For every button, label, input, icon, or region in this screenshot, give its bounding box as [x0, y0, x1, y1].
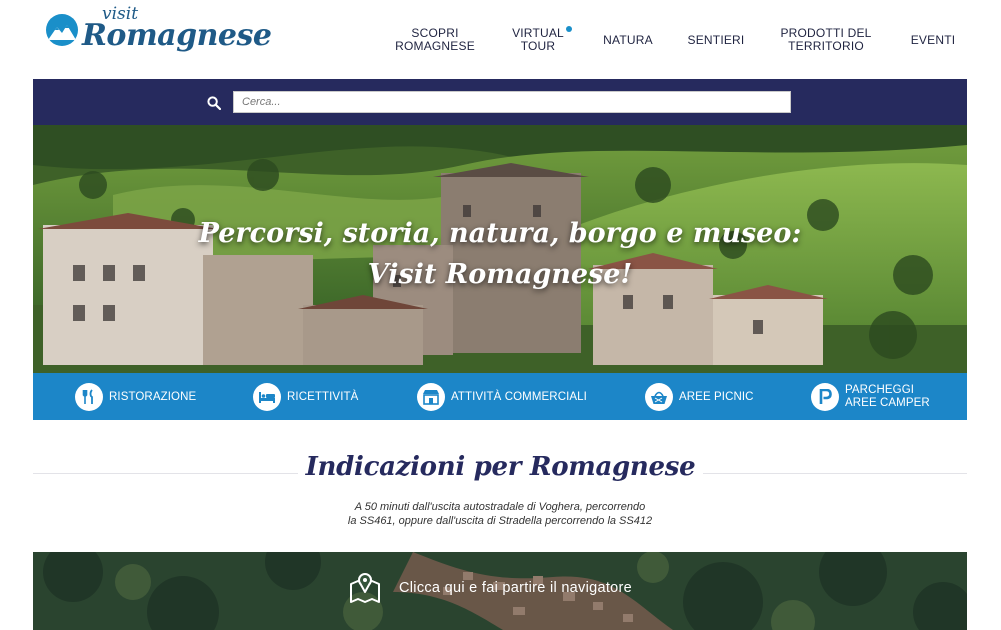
- directions-line: la SS461, oppure dall'uscita di Stradell…: [347, 515, 653, 527]
- new-indicator-dot: [566, 26, 572, 32]
- category-label-line: PARCHEGGI: [845, 384, 915, 396]
- search-input[interactable]: [233, 91, 791, 113]
- logo-name-text: Romagnese: [82, 18, 272, 53]
- hero-title-line: Visit Romagnese!: [367, 259, 633, 290]
- category-parcheggi-aree-camper[interactable]: PARCHEGGI AREE CAMPER: [811, 381, 930, 413]
- hero-title-line: Percorsi, storia, natura, borgo e museo:: [198, 218, 802, 249]
- nav-virtual-tour[interactable]: VIRTUAL TOUR: [508, 26, 572, 53]
- category-label-line: AREE CAMPER: [845, 397, 930, 409]
- category-label: AREE PICNIC: [679, 390, 754, 403]
- shop-icon: [417, 383, 445, 411]
- mountain-logo-icon: [46, 14, 78, 46]
- nav-label: EVENTI: [910, 33, 956, 47]
- search-bar: [33, 79, 967, 125]
- nav-eventi[interactable]: EVENTI: [906, 34, 960, 47]
- bed-icon: [253, 383, 281, 411]
- category-ristorazione[interactable]: RISTORAZIONE: [75, 381, 196, 413]
- directions-line: A 50 minuti dall'uscita autostradale di …: [354, 501, 646, 513]
- category-label: RISTORAZIONE: [109, 390, 197, 403]
- nav-label: NATURA: [603, 33, 653, 47]
- nav-label: TERRITORIO: [788, 39, 864, 53]
- nav-scopri-romagnese[interactable]: SCOPRI ROMAGNESE: [392, 27, 478, 53]
- navigator-map-banner[interactable]: Clicca qui e fai partire il navigatore: [33, 552, 967, 630]
- nav-label: ROMAGNESE: [395, 39, 475, 53]
- navigator-cta-label: Clicca qui e fai partire il navigatore: [399, 580, 633, 596]
- category-ricettivita[interactable]: RICETTIVITÀ: [253, 381, 358, 413]
- category-label: PARCHEGGI AREE CAMPER: [845, 384, 930, 410]
- map-pin-icon: [350, 573, 380, 603]
- parking-icon: [811, 383, 839, 411]
- nav-sentieri[interactable]: SENTIERI: [686, 34, 746, 47]
- category-aree-picnic[interactable]: AREE PICNIC: [645, 381, 754, 413]
- site-logo[interactable]: visit Romagnese: [46, 4, 272, 58]
- category-label: ATTIVITÀ COMMERCIALI: [451, 390, 587, 403]
- search-icon[interactable]: [207, 96, 221, 110]
- nav-label: SENTIERI: [687, 33, 745, 47]
- hero-banner: Percorsi, storia, natura, borgo e museo:…: [33, 125, 967, 373]
- picnic-basket-icon: [645, 383, 673, 411]
- cutlery-icon: [75, 383, 103, 411]
- section-title: Indicazioni per Romagnese: [0, 452, 1001, 482]
- category-label: RICETTIVITÀ: [287, 390, 359, 403]
- site-header: visit Romagnese SCOPRI ROMAGNESE VIRTUAL…: [0, 0, 1001, 80]
- directions-text: A 50 minuti dall'uscita autostradale di …: [300, 500, 700, 528]
- nav-prodotti-del-territorio[interactable]: PRODOTTI DEL TERRITORIO: [776, 27, 876, 53]
- hero-title: Percorsi, storia, natura, borgo e museo:…: [33, 213, 967, 295]
- nav-label: TOUR: [520, 39, 556, 53]
- section-title-text: Indicazioni per Romagnese: [297, 452, 704, 482]
- nav-natura[interactable]: NATURA: [600, 34, 656, 47]
- category-attivita-commerciali[interactable]: ATTIVITÀ COMMERCIALI: [417, 381, 587, 413]
- category-bar: RISTORAZIONE RICETTIVITÀ ATTIVITÀ COMMER…: [33, 373, 967, 420]
